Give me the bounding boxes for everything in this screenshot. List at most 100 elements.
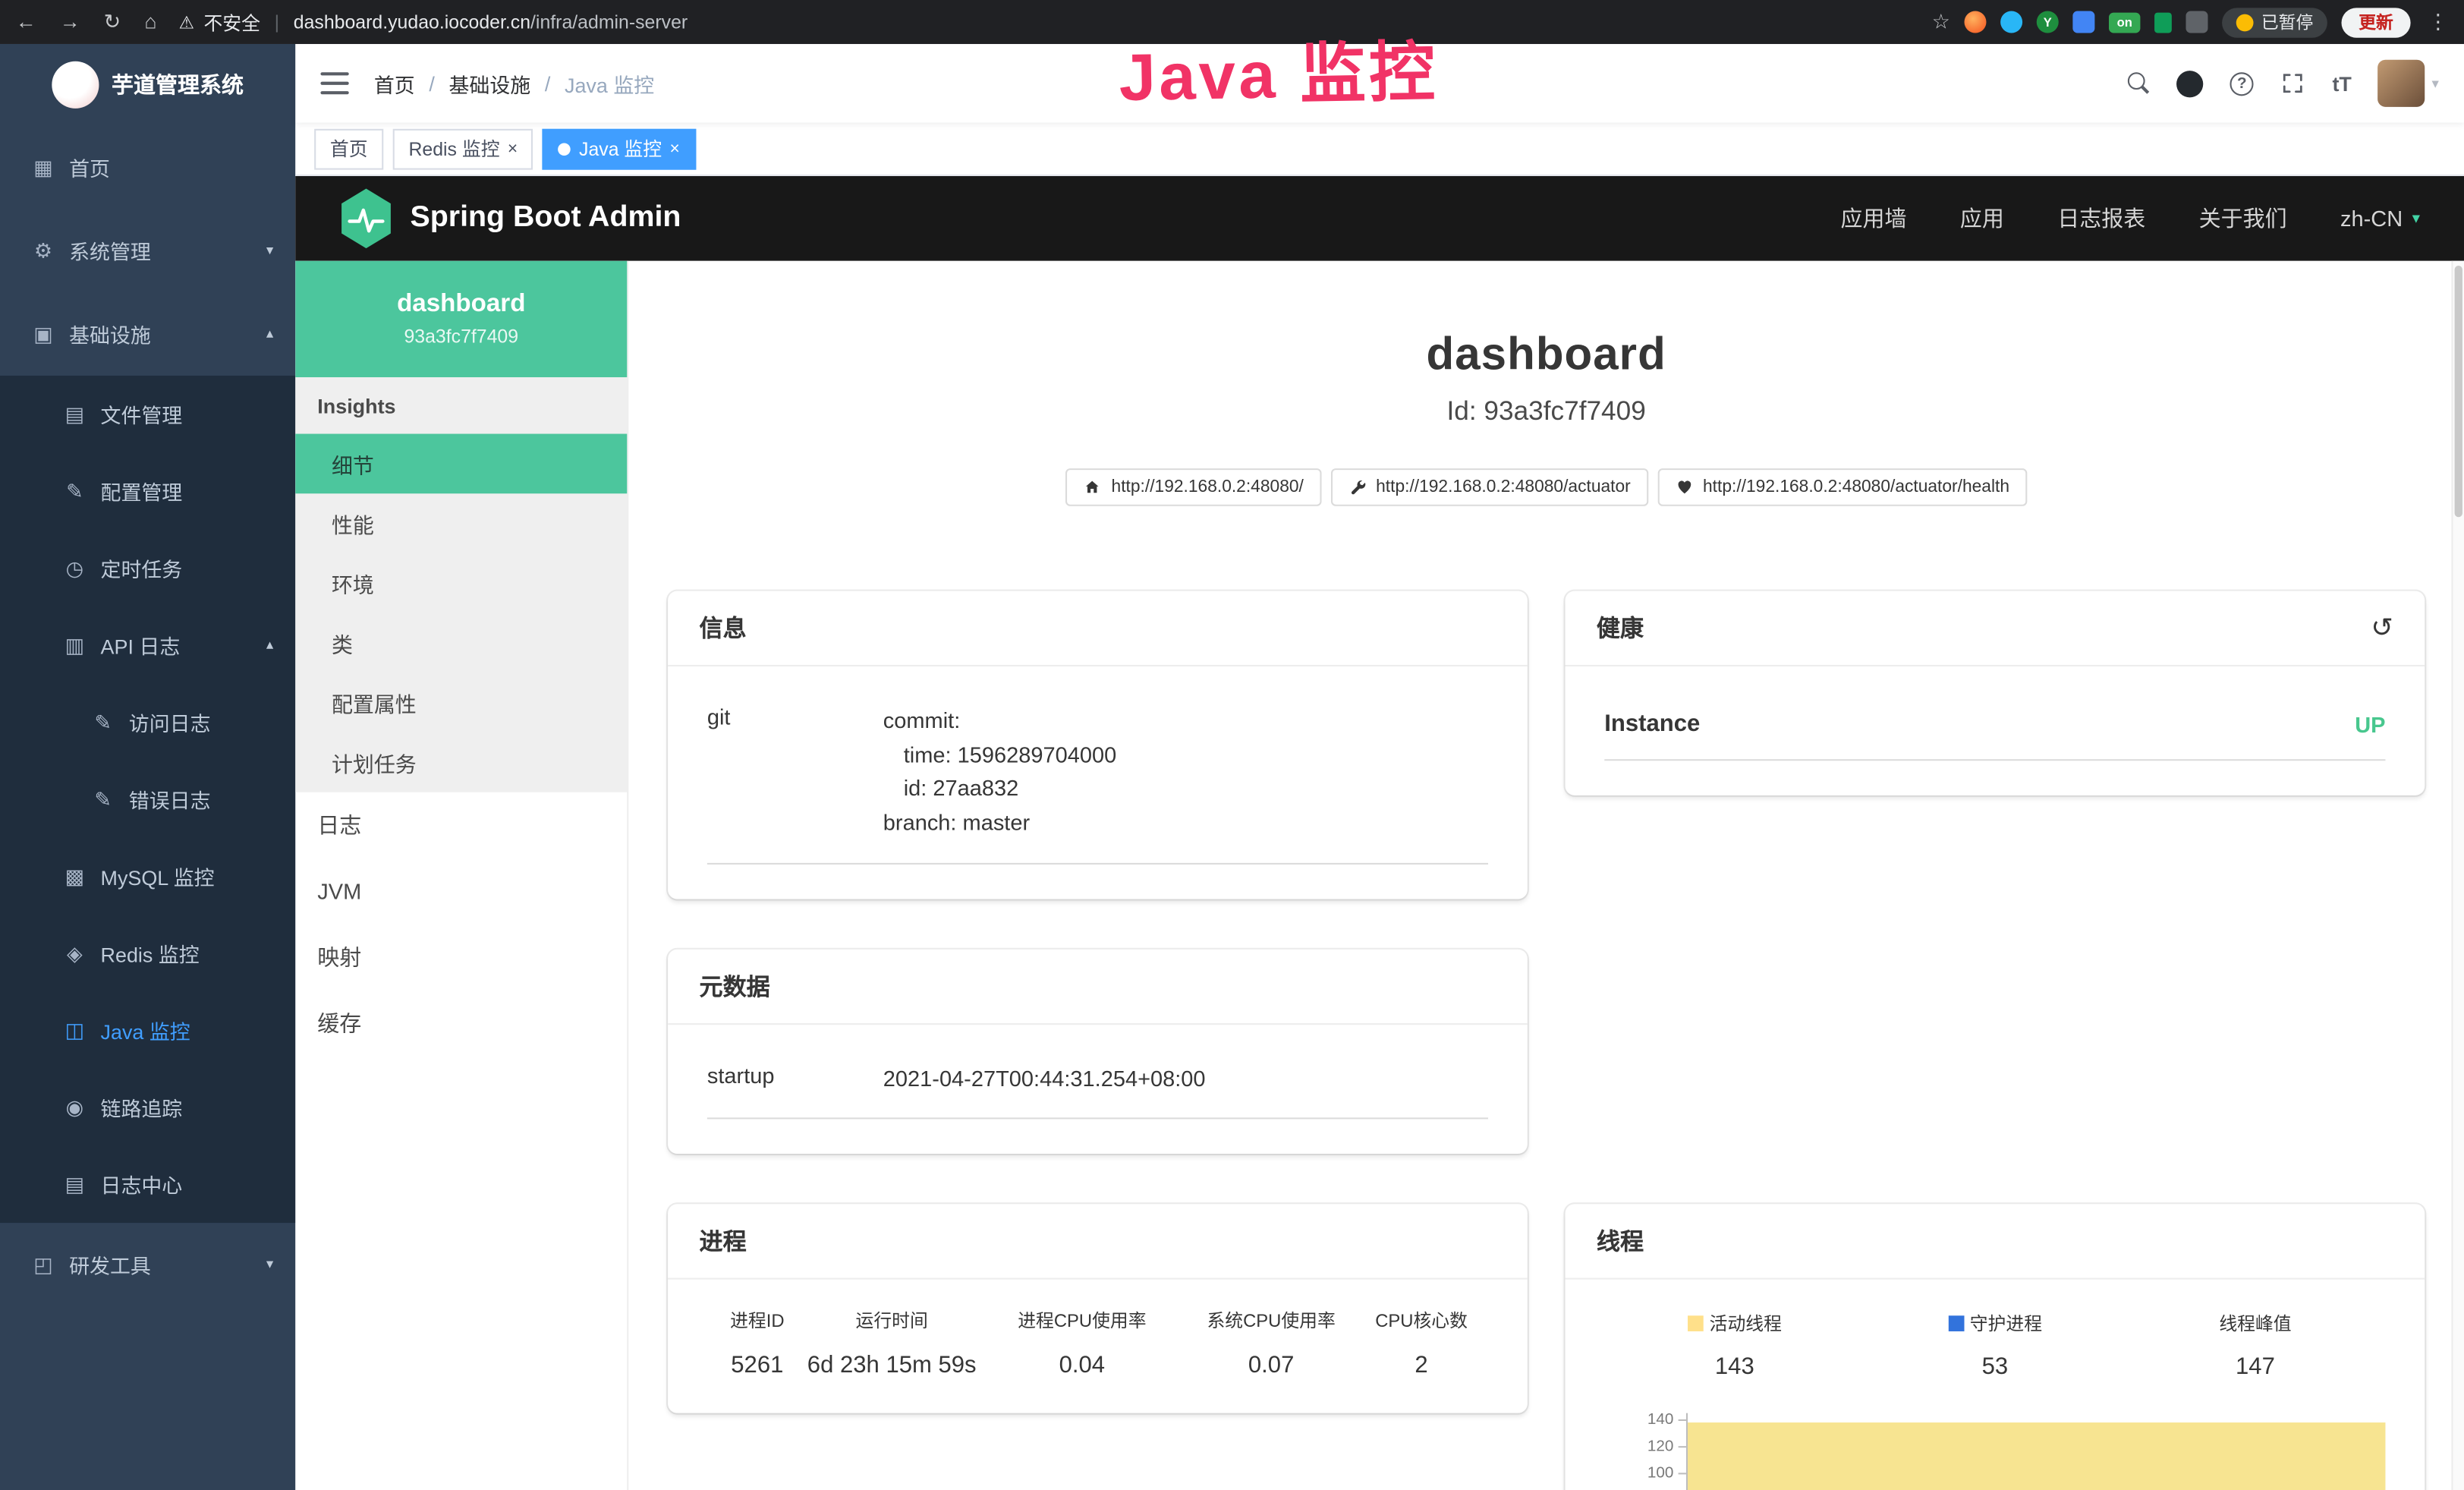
sidebar-item-redis-monitor[interactable]: ◈ Redis 监控 (0, 915, 295, 991)
sba-sidebar: dashboard 93a3fc7f7409 Insights 细节 性能 环境… (295, 261, 628, 1490)
caret-down-icon: ▾ (2431, 74, 2438, 92)
sidebar-item-system-mgmt[interactable]: ⚙ 系统管理 ▾ (0, 209, 295, 292)
sidebar-item-tracing[interactable]: ◉ 链路追踪 (0, 1069, 295, 1145)
grid-extension-icon[interactable] (2072, 11, 2094, 33)
search-icon[interactable] (2128, 72, 2150, 94)
url-path: /infra/admin-server (530, 11, 688, 33)
spring-boot-admin-logo-icon[interactable] (339, 188, 392, 248)
security-label[interactable]: 不安全 (203, 8, 260, 35)
actuator-url-button[interactable]: http://192.168.0.2:48080/actuator (1330, 468, 1647, 506)
close-icon[interactable]: × (508, 139, 518, 158)
app-title: 芋道管理系统 (112, 69, 244, 100)
sidebar-item-mysql-monitor[interactable]: ▩ MySQL 监控 (0, 838, 295, 915)
sba-nav-journal[interactable]: 日志报表 (2057, 203, 2145, 234)
chevron-up-icon: ▴ (266, 326, 273, 343)
sba-menu-details[interactable]: 细节 (295, 434, 627, 494)
sync-paused-badge[interactable]: 已暂停 (2222, 7, 2327, 36)
sba-menu-environment[interactable]: 环境 (295, 553, 627, 613)
breadcrumb-current: Java 监控 (565, 68, 654, 98)
fox-extension-icon[interactable] (1965, 11, 1987, 33)
chrome-update-button[interactable]: 更新 (2341, 7, 2410, 36)
user-menu[interactable]: ▾ (2378, 60, 2439, 107)
sidebar-item-error-logs[interactable]: ✎ 错误日志 (0, 761, 295, 837)
sidebar-item-api-logs[interactable]: ▥ API 日志 ▴ (0, 606, 295, 683)
tab-redis-monitor[interactable]: Redis 监控 × (393, 128, 533, 169)
profile-emoji-icon (2236, 14, 2254, 31)
url-domain: dashboard.yudao.iocoder.cn (294, 11, 530, 33)
sidebar-item-label: 错误日志 (129, 784, 211, 814)
sidebar-item-java-monitor[interactable]: ◫ Java 监控 (0, 992, 295, 1069)
browser-menu-icon[interactable]: ⋮ (2428, 9, 2448, 34)
y-extension-icon[interactable]: Y (2037, 11, 2059, 33)
drop-extension-icon[interactable] (2000, 11, 2022, 33)
sidebar-item-label: 链路追踪 (101, 1092, 183, 1122)
table-row: Instance UP (1604, 695, 2385, 761)
font-size-icon[interactable]: tT (2332, 71, 2351, 95)
sba-menu-caches[interactable]: 缓存 (295, 991, 627, 1057)
sidebar-item-file-mgmt[interactable]: ▤ 文件管理 (0, 376, 295, 452)
sidebar-item-cron-jobs[interactable]: ◷ 定时任务 (0, 530, 295, 606)
sidebar-item-config-mgmt[interactable]: ✎ 配置管理 (0, 452, 295, 529)
scrollbar-track[interactable] (2451, 261, 2464, 1490)
chevron-down-icon: ▾ (2412, 209, 2420, 227)
sidebar-item-infrastructure[interactable]: ▣ 基础设施 ▴ (0, 292, 295, 376)
home-icon[interactable]: ⌂ (144, 9, 156, 34)
health-url-label: http://192.168.0.2:48080/actuator/health (1703, 478, 2009, 497)
table-row: git commit: time: 1596289704000 id: 27aa… (707, 695, 1488, 864)
reload-icon[interactable]: ↻ (104, 9, 121, 34)
sba-menu-loggers[interactable]: 日志 (295, 792, 627, 858)
log-icon: ▥ (63, 632, 87, 657)
leaf-extension-icon[interactable] (2154, 12, 2172, 33)
git-id-line: id: 27aa832 (883, 773, 1488, 807)
sidebar-item-access-logs[interactable]: ✎ 访问日志 (0, 684, 295, 761)
service-url-button[interactable]: http://192.168.0.2:48080/ (1065, 468, 1320, 506)
hamburger-icon[interactable] (320, 72, 348, 94)
history-icon[interactable]: ↺ (2371, 615, 2393, 641)
sba-menu-scheduled-tasks[interactable]: 计划任务 (295, 732, 627, 792)
sba-header: Spring Boot Admin 应用墙 应用 日志报表 关于我们 zh-CN… (295, 176, 2464, 261)
column-header: 进程ID (707, 1309, 807, 1334)
sba-nav-applications[interactable]: 应用 (1960, 203, 2004, 234)
sidebar-item-label: Redis 监控 (101, 938, 200, 968)
health-url-button[interactable]: http://192.168.0.2:48080/actuator/health (1657, 468, 2027, 506)
sba-menu-beans[interactable]: 类 (295, 613, 627, 673)
fullscreen-icon[interactable] (2280, 71, 2305, 96)
sba-instance-header[interactable]: dashboard 93a3fc7f7409 (295, 261, 627, 377)
bookmark-star-icon[interactable]: ☆ (1932, 9, 1950, 34)
forward-icon[interactable]: → (60, 9, 80, 34)
sidebar-item-dev-tools[interactable]: ◰ 研发工具 ▾ (0, 1223, 295, 1306)
live-threads-area (1688, 1423, 2385, 1490)
address-bar[interactable]: ⚠ 不安全 | dashboard.yudao.iocoder.cn/infra… (179, 8, 1932, 35)
spring-boot-admin: Spring Boot Admin 应用墙 应用 日志报表 关于我们 zh-CN… (295, 176, 2464, 1490)
sba-nav-wallboard[interactable]: 应用墙 (1841, 203, 1907, 234)
breadcrumb-infra[interactable]: 基础设施 (449, 68, 531, 98)
metadata-value: 2021-04-27T00:44:31.254+08:00 (883, 1062, 1488, 1096)
sidebar-item-log-center[interactable]: ▤ 日志中心 (0, 1146, 295, 1223)
tab-home[interactable]: 首页 (314, 128, 383, 169)
sba-menu-mappings[interactable]: 映射 (295, 925, 627, 991)
app-logo[interactable]: 芋道管理系统 (0, 44, 295, 126)
instance-id-subtitle: Id: 93a3fc7f7409 (628, 396, 2464, 427)
sba-menu-metrics[interactable]: 性能 (295, 493, 627, 553)
cell-value: 0.04 (977, 1353, 1188, 1379)
puzzle-extensions-icon[interactable] (2186, 11, 2208, 33)
sidebar-item-home[interactable]: ▦ 首页 (0, 126, 295, 209)
sba-menu-jvm[interactable]: JVM (295, 858, 627, 925)
content-pane: 首页 / 基础设施 / Java 监控 ? tT ▾ (295, 44, 2464, 1490)
page-url[interactable]: dashboard.yudao.iocoder.cn/infra/admin-s… (294, 11, 688, 33)
sba-nav-about[interactable]: 关于我们 (2199, 203, 2287, 234)
help-icon[interactable]: ? (2230, 71, 2254, 95)
process-card-body: 进程ID 5261 运行时间 6d 23h 15m 59s (668, 1281, 1528, 1414)
legend-value: 53 (1865, 1354, 2125, 1381)
sidebar-item-label: 配置管理 (101, 476, 183, 506)
breadcrumb-home[interactable]: 首页 (374, 68, 415, 98)
scrollbar-thumb[interactable] (2455, 266, 2462, 517)
close-icon[interactable]: × (669, 139, 679, 158)
github-icon[interactable] (2176, 70, 2203, 96)
info-value: commit: time: 1596289704000 id: 27aa832 … (883, 704, 1488, 841)
back-icon[interactable]: ← (16, 9, 36, 34)
sba-locale-select[interactable]: zh-CN ▾ (2340, 206, 2420, 231)
tab-java-monitor[interactable]: Java 监控 × (543, 128, 695, 169)
sba-menu-config-props[interactable]: 配置属性 (295, 673, 627, 732)
on-badge-extension-icon[interactable]: on (2109, 12, 2140, 33)
